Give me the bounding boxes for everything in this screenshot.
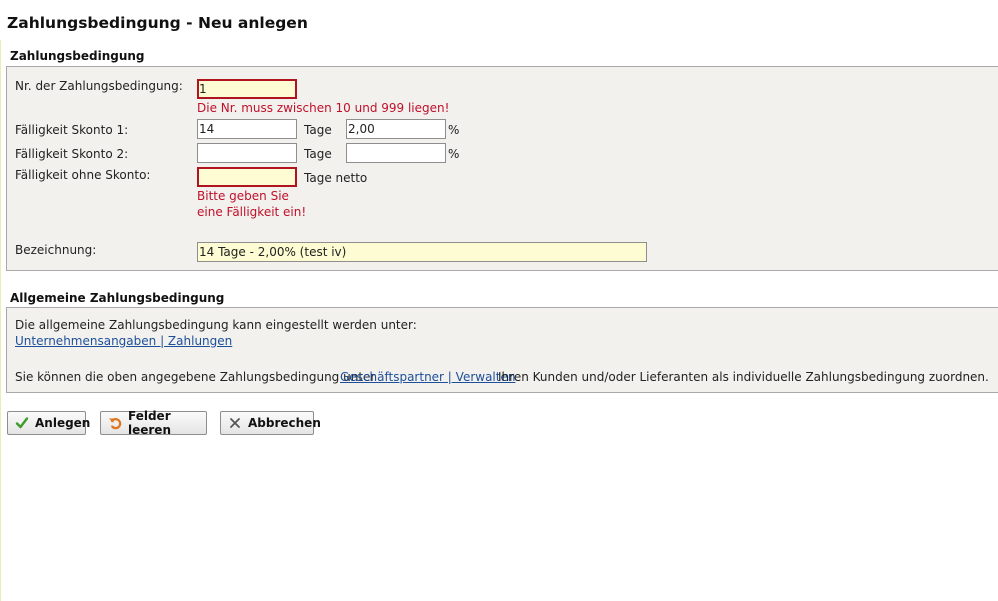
ohne-skonto-error-line1: Bitte geben Sie xyxy=(197,189,289,203)
section-title-allgemeine: Allgemeine Zahlungsbedingung xyxy=(10,291,225,305)
skonto1-label: Fälligkeit Skonto 1: xyxy=(15,123,129,137)
nr-label: Nr. der Zahlungsbedingung: xyxy=(15,79,183,93)
skonto1-days-unit: Tage xyxy=(304,123,332,137)
abbrechen-button[interactable]: Abbrechen xyxy=(220,411,321,435)
zuordnen-text-suffix: Ihren Kunden und/oder Lieferanten als in… xyxy=(498,370,989,384)
allgemeine-info-text: Die allgemeine Zahlungsbedingung kann ei… xyxy=(15,318,417,332)
zuordnen-text-prefix: Sie können die oben angegebene Zahlungsb… xyxy=(15,370,376,384)
unternehmensangaben-link[interactable]: Unternehmensangaben | Zahlungen xyxy=(15,334,232,348)
zahlungsbedingung-panel xyxy=(6,66,998,271)
skonto2-label: Fälligkeit Skonto 2: xyxy=(15,147,129,161)
anlegen-button-label: Anlegen xyxy=(35,416,91,430)
bezeichnung-input[interactable]: 14 Tage - 2,00% (test iv) xyxy=(197,242,647,262)
anlegen-button[interactable]: Anlegen xyxy=(7,411,90,435)
skonto2-days-unit: Tage xyxy=(304,147,332,161)
left-edge-line xyxy=(0,40,1,601)
checkmark-icon xyxy=(15,416,29,430)
skonto1-percent-input[interactable]: 2,00 xyxy=(346,119,446,139)
abbrechen-button-label: Abbrechen xyxy=(248,416,321,430)
skonto2-percent-unit: % xyxy=(448,147,460,161)
nr-error-message: Die Nr. muss zwischen 10 und 999 liegen! xyxy=(197,101,450,115)
section-title-zahlungsbedingung: Zahlungsbedingung xyxy=(10,49,145,63)
ohne-skonto-label: Fälligkeit ohne Skonto: xyxy=(15,168,151,182)
skonto1-days-input[interactable]: 14 xyxy=(197,119,297,139)
undo-icon xyxy=(108,416,122,430)
skonto1-percent-unit: % xyxy=(448,123,460,137)
page-title: Zahlungsbedingung - Neu anlegen xyxy=(7,14,308,32)
ohne-skonto-input[interactable] xyxy=(197,167,297,187)
felder-leeren-button-label: Felder leeren xyxy=(128,409,171,437)
close-icon xyxy=(228,416,242,430)
bezeichnung-label: Bezeichnung: xyxy=(15,243,97,257)
nr-input[interactable]: 1 xyxy=(197,79,297,99)
felder-leeren-button[interactable]: Felder leeren xyxy=(100,409,207,437)
skonto2-days-input[interactable] xyxy=(197,143,297,163)
ohne-skonto-unit: Tage netto xyxy=(304,171,368,185)
skonto2-percent-input[interactable] xyxy=(346,143,446,163)
ohne-skonto-error-line2: eine Fälligkeit ein! xyxy=(197,205,307,219)
geschaeftspartner-link[interactable]: Geschäftspartner | Verwalten xyxy=(340,370,515,384)
